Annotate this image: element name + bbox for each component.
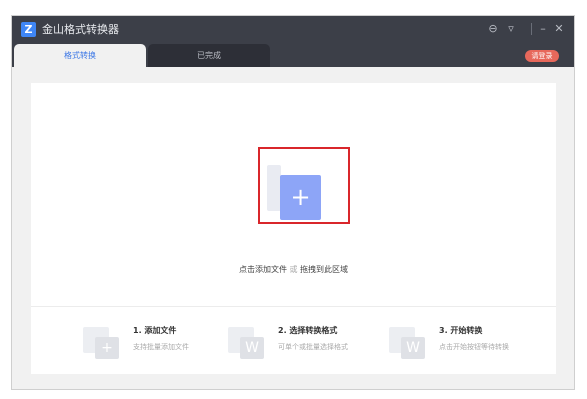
tab-completed[interactable]: 已完成 bbox=[148, 44, 270, 67]
menu-dropdown-icon[interactable]: ▿ bbox=[504, 21, 518, 37]
tab-format-convert[interactable]: 格式转换 bbox=[14, 44, 146, 67]
login-button[interactable]: 请登录 bbox=[525, 50, 559, 62]
step-title: 2. 选择转换格式 bbox=[278, 326, 338, 335]
step-subtitle: 可单个或批量选择格式 bbox=[278, 343, 348, 351]
add-file-step-icon: + bbox=[83, 325, 121, 361]
step-title: 3. 开始转换 bbox=[439, 326, 483, 335]
drag-hint-text: 拖拽到此区域 bbox=[300, 265, 349, 274]
drop-hint-or: 或 bbox=[289, 265, 298, 274]
steps-divider bbox=[31, 306, 556, 307]
add-file-link[interactable]: 点击添加文件 bbox=[239, 265, 287, 274]
app-logo-icon: Z bbox=[21, 22, 36, 37]
drop-hint: 点击添加文件 或 拖拽到此区域 bbox=[31, 264, 556, 275]
main-panel: + 点击添加文件 或 拖拽到此区域 + 1. 添加文件 支持批量添加文件 W 2… bbox=[31, 83, 556, 374]
title-separator bbox=[531, 23, 532, 35]
close-icon[interactable]: ✕ bbox=[552, 21, 566, 37]
minimize-icon[interactable]: – bbox=[536, 21, 550, 37]
app-title: 金山格式转换器 bbox=[42, 23, 119, 36]
feedback-icon[interactable]: ⊖ bbox=[486, 21, 500, 37]
highlight-annotation bbox=[258, 147, 350, 224]
step-subtitle: 支持批量添加文件 bbox=[133, 343, 189, 351]
title-bar: Z 金山格式转换器 ⊖ ▿ – ✕ 请登录 格式转换 已完成 bbox=[12, 16, 574, 67]
step-subtitle: 点击开始按钮等待转换 bbox=[439, 343, 509, 351]
document-word-icon: W bbox=[228, 325, 266, 361]
step-title: 1. 添加文件 bbox=[133, 326, 177, 335]
convert-document-icon: W bbox=[389, 325, 427, 361]
